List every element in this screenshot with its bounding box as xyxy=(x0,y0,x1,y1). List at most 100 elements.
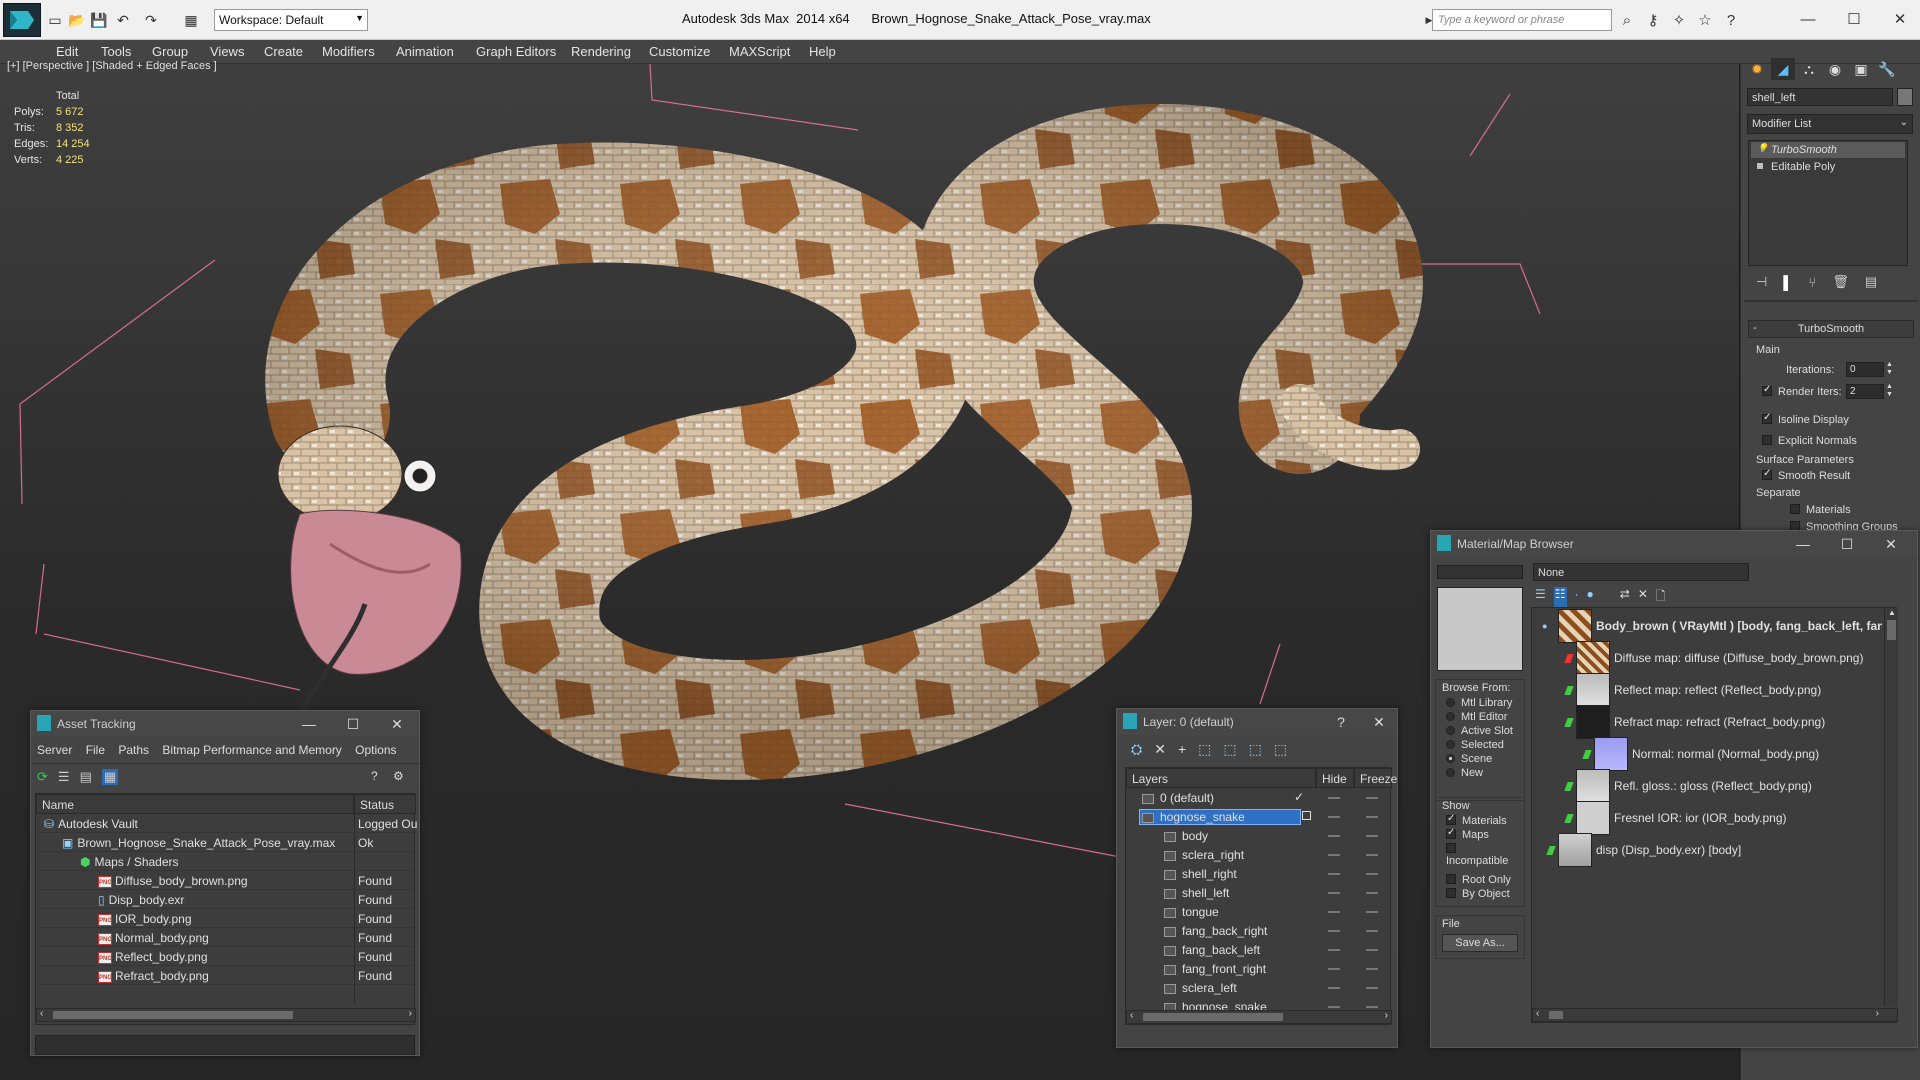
menu-paths[interactable]: Paths xyxy=(118,743,149,757)
undo-icon[interactable]: ↶ xyxy=(112,9,134,31)
modify-tab-icon[interactable]: ◢ xyxy=(1771,58,1795,80)
column-layers-header[interactable]: Layers xyxy=(1126,768,1316,788)
material-name-field[interactable] xyxy=(1437,565,1523,579)
scroll-right-icon[interactable]: › xyxy=(409,1008,412,1019)
hide-toggle[interactable] xyxy=(1328,797,1340,799)
isoline-display-row[interactable]: Isoline Display xyxy=(1762,412,1849,426)
delete-layer-icon[interactable]: ✕ xyxy=(1154,741,1166,758)
radio-button[interactable] xyxy=(1446,711,1455,721)
browse-option[interactable]: New xyxy=(1436,766,1524,780)
refresh-icon[interactable]: ⟳ xyxy=(37,769,48,785)
scroll-right-icon[interactable]: › xyxy=(1385,1010,1388,1021)
help-icon[interactable]: ? xyxy=(371,769,378,783)
sphere-icon[interactable]: ● xyxy=(1587,587,1594,608)
scroll-up-icon[interactable]: ▲ xyxy=(1888,608,1896,617)
scroll-left-icon[interactable]: ‹ xyxy=(1536,1008,1539,1019)
show-checkbox[interactable] xyxy=(1446,827,1456,840)
freeze-toggle[interactable] xyxy=(1366,968,1378,970)
layer-row[interactable]: sclera_right xyxy=(1126,845,1392,864)
material-tree-item[interactable]: Reflect map: reflect (Reflect_body.png) xyxy=(1532,673,1882,707)
spinner-arrows-icon[interactable]: ▲ ▼ xyxy=(1886,361,1893,377)
minimize-icon[interactable]: — xyxy=(1788,6,1828,32)
exchange-icon[interactable]: ✧ xyxy=(1668,9,1690,31)
materials-checkbox[interactable] xyxy=(1790,504,1800,515)
radio-button[interactable] xyxy=(1446,753,1455,763)
layer-row[interactable]: sclera_left xyxy=(1126,978,1392,997)
update-scene-icon[interactable]: ⇄ xyxy=(1620,587,1630,608)
lightbulb-icon[interactable]: 💡 xyxy=(1757,143,1768,154)
save-file-icon[interactable]: 💾 xyxy=(88,9,110,31)
layer-row[interactable]: hognose_snake xyxy=(1126,807,1392,826)
radio-button[interactable] xyxy=(1446,767,1455,777)
dot-small-icon[interactable]: · xyxy=(1575,587,1579,608)
list-view-icon[interactable]: ☰ xyxy=(58,769,70,785)
material-tree-item[interactable]: ● Body_brown ( VRayMtl ) [body, fang_back… xyxy=(1532,609,1882,643)
create-layer-icon[interactable]: ⛭ xyxy=(1131,741,1142,758)
layer-row[interactable]: fang_back_left xyxy=(1126,940,1392,959)
object-name-field[interactable]: shell_left xyxy=(1747,88,1893,106)
radio-button[interactable] xyxy=(1446,697,1455,707)
freeze-toggle[interactable] xyxy=(1366,930,1378,932)
show-option[interactable]: Maps xyxy=(1436,827,1524,842)
layer-row[interactable]: 0 (default) ✓ xyxy=(1126,788,1392,807)
freeze-toggle[interactable] xyxy=(1366,854,1378,856)
delete-icon[interactable]: ✕ xyxy=(1638,587,1648,608)
freeze-toggle[interactable] xyxy=(1366,1006,1378,1008)
hide-toggle[interactable] xyxy=(1328,892,1340,894)
close-icon[interactable]: ✕ xyxy=(1881,534,1901,554)
thumbnail-view-icon[interactable]: ▤ xyxy=(80,769,92,785)
material-tree-item[interactable]: Refract map: refract (Refract_body.png) xyxy=(1532,705,1882,739)
hide-toggle[interactable] xyxy=(1328,816,1340,818)
project-folder-icon[interactable]: ▦ xyxy=(180,9,202,31)
pin-stack-icon[interactable]: ⊣ xyxy=(1756,274,1767,290)
asset-path-field[interactable] xyxy=(35,1035,415,1055)
layer-row[interactable]: shell_right xyxy=(1126,864,1392,883)
modifier-list-dropdown[interactable]: Modifier List ⌄ xyxy=(1747,114,1913,134)
help-icon[interactable]: ? xyxy=(1331,712,1351,732)
hierarchy-tab-icon[interactable]: ⛬ xyxy=(1797,58,1821,80)
show-end-result-icon[interactable]: ▌ xyxy=(1783,275,1792,290)
menu-maxscript[interactable]: MAXScript xyxy=(729,44,790,59)
expand-bullet-icon[interactable]: ● xyxy=(1542,621,1547,631)
list-view-icon[interactable]: ☰ xyxy=(1535,587,1546,608)
column-freeze-header[interactable]: Freeze xyxy=(1354,768,1397,788)
stack-item-turbosmooth[interactable]: 💡 TurboSmooth xyxy=(1751,142,1905,158)
render-iters-row[interactable]: Render Iters: xyxy=(1762,384,1842,398)
maximize-icon[interactable]: ☐ xyxy=(1834,6,1874,32)
display-tab-icon[interactable]: ▣ xyxy=(1849,58,1873,80)
utilities-tab-icon[interactable]: 🔧 xyxy=(1875,58,1899,80)
show-option[interactable]: Incompatible xyxy=(1436,842,1524,868)
hide-all-icon[interactable]: ⬚ xyxy=(1249,741,1262,758)
make-unique-icon[interactable]: ⑂ xyxy=(1809,275,1817,290)
menu-server[interactable]: Server xyxy=(37,743,72,757)
motion-tab-icon[interactable]: ◉ xyxy=(1823,58,1847,80)
menu-file[interactable]: File xyxy=(86,743,105,757)
menu-animation[interactable]: Animation xyxy=(396,44,454,59)
save-as-button[interactable]: Save As... xyxy=(1442,934,1518,952)
browse-option[interactable]: Selected xyxy=(1436,738,1524,752)
radio-button[interactable] xyxy=(1446,739,1455,749)
show-option[interactable]: Materials xyxy=(1436,813,1524,828)
menu-create[interactable]: Create xyxy=(264,44,303,59)
by-object-checkbox[interactable] xyxy=(1446,888,1456,899)
menu-group[interactable]: Group xyxy=(152,44,188,59)
explicit-normals-checkbox[interactable] xyxy=(1762,435,1772,446)
set-current-layer-icon[interactable] xyxy=(1302,811,1311,820)
radio-button[interactable] xyxy=(1446,725,1455,735)
browse-option[interactable]: Scene xyxy=(1436,752,1524,766)
current-layer-check-icon[interactable]: ✓ xyxy=(1294,790,1304,804)
binoculars-icon[interactable]: ⌕ xyxy=(1616,9,1638,31)
show-checkbox[interactable] xyxy=(1446,843,1456,854)
by-object-row[interactable]: By Object xyxy=(1436,886,1524,900)
add-to-layer-icon[interactable]: + xyxy=(1178,741,1186,758)
table-row[interactable]: ▯ Disp_body.exr Found xyxy=(36,890,416,909)
redo-icon[interactable]: ↷ xyxy=(140,9,162,31)
highlight-layer-icon[interactable]: ⬚ xyxy=(1223,741,1236,758)
hide-toggle[interactable] xyxy=(1328,854,1340,856)
menu-bitmap-performance[interactable]: Bitmap Performance and Memory xyxy=(162,743,341,757)
maximize-icon[interactable]: ☐ xyxy=(343,714,363,734)
table-row[interactable]: PNG Refract_body.png Found xyxy=(36,966,416,985)
vertical-scrollbar[interactable]: ▲ xyxy=(1884,608,1898,1006)
close-icon[interactable]: ✕ xyxy=(1880,6,1920,32)
expand-icon[interactable] xyxy=(1757,163,1763,169)
